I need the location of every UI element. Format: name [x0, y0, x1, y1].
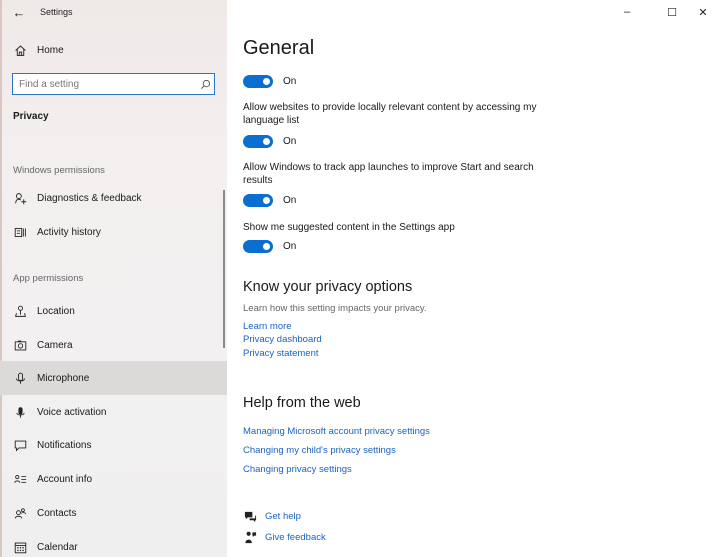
toggle-switch[interactable]: [243, 240, 273, 253]
give-feedback-link[interactable]: Give feedback: [243, 530, 326, 544]
title-bar: ← Settings: [0, 0, 227, 24]
sidebar-item-label: Notifications: [37, 439, 92, 451]
help-link-changing-privacy[interactable]: Changing privacy settings: [243, 464, 352, 475]
toggle-switch[interactable]: [243, 135, 273, 148]
diagnostics-icon: [12, 190, 28, 206]
microphone-icon: [12, 370, 28, 386]
back-button[interactable]: ←: [4, 0, 34, 24]
sidebar-item-label: Camera: [37, 339, 73, 351]
privacy-options-subtext: Learn how this setting impacts your priv…: [243, 303, 427, 314]
privacy-dashboard-link[interactable]: Privacy dashboard: [243, 334, 322, 345]
sidebar-item-label: Voice activation: [37, 406, 107, 418]
toggle-switch[interactable]: [243, 75, 273, 88]
sidebar-item-label: Diagnostics & feedback: [37, 192, 142, 204]
sidebar-item-voice-activation[interactable]: Voice activation: [0, 395, 227, 429]
search-icon[interactable]: [196, 79, 214, 90]
setting-toggle-row: On: [243, 194, 296, 207]
privacy-statement-link[interactable]: Privacy statement: [243, 348, 319, 359]
sidebar-item-diagnostics[interactable]: Diagnostics & feedback: [0, 181, 227, 215]
app-title: Settings: [40, 7, 73, 17]
help-heading: Help from the web: [243, 395, 361, 411]
activity-history-icon: [12, 224, 28, 240]
location-icon: [12, 303, 28, 319]
setting-toggle-row: On: [243, 240, 296, 253]
toggle-switch[interactable]: [243, 194, 273, 207]
setting-toggle-row: On: [243, 75, 296, 88]
calendar-icon: [12, 539, 28, 555]
sidebar-item-location[interactable]: Location: [0, 294, 227, 328]
sidebar-item-home[interactable]: Home: [0, 33, 227, 67]
sidebar-item-label: Location: [37, 305, 75, 317]
privacy-options-heading: Know your privacy options: [243, 279, 413, 295]
sidebar: ← Settings Home Privacy Windows permissi…: [0, 0, 227, 557]
main-content: General On Allow websites to provide loc…: [243, 0, 713, 557]
give-feedback-label: Give feedback: [265, 531, 326, 543]
home-icon: [12, 42, 28, 58]
sidebar-item-label: Calendar: [37, 541, 78, 553]
voice-activation-icon: [12, 404, 28, 420]
camera-icon: [12, 337, 28, 353]
help-link-microsoft-account[interactable]: Managing Microsoft account privacy setti…: [243, 426, 430, 437]
toggle-state-label: On: [283, 76, 297, 87]
group-label-windows-permissions: Windows permissions: [13, 165, 105, 176]
sidebar-item-activity-history[interactable]: Activity history: [0, 215, 227, 249]
search-input[interactable]: [13, 78, 196, 90]
sidebar-item-contacts[interactable]: Contacts: [0, 496, 227, 530]
account-info-icon: [12, 471, 28, 487]
page-title: General: [243, 37, 315, 59]
sidebar-item-notifications[interactable]: Notifications: [0, 428, 227, 462]
contacts-icon: [12, 505, 28, 521]
sidebar-item-label: Account info: [37, 473, 93, 485]
notifications-icon: [12, 437, 28, 453]
sidebar-item-label: Microphone: [37, 372, 90, 384]
get-help-link[interactable]: Get help: [243, 509, 301, 523]
setting-description: Allow websites to provide locally releva…: [243, 102, 537, 126]
setting-description: Allow Windows to track app launches to i…: [243, 162, 534, 186]
toggle-state-label: On: [283, 136, 297, 147]
setting-description: Show me suggested content in the Setting…: [243, 222, 455, 233]
get-help-icon: [243, 509, 257, 523]
current-section-title: Privacy: [13, 111, 49, 122]
sidebar-item-label: Contacts: [37, 507, 77, 519]
back-arrow-icon: ←: [12, 4, 26, 20]
sidebar-item-calendar[interactable]: Calendar: [0, 530, 227, 557]
search-box[interactable]: [12, 73, 215, 95]
sidebar-scrollbar[interactable]: [223, 190, 225, 348]
sidebar-item-account-info[interactable]: Account info: [0, 462, 227, 496]
learn-more-link[interactable]: Learn more: [243, 321, 292, 332]
toggle-state-label: On: [283, 241, 297, 252]
sidebar-item-camera[interactable]: Camera: [0, 328, 227, 362]
sidebar-item-label: Activity history: [37, 226, 101, 238]
give-feedback-icon: [243, 530, 257, 544]
sidebar-item-microphone[interactable]: Microphone: [0, 361, 227, 395]
toggle-state-label: On: [283, 195, 297, 206]
help-link-child-privacy[interactable]: Changing my child's privacy settings: [243, 445, 396, 456]
get-help-label: Get help: [265, 510, 301, 522]
sidebar-item-label: Home: [37, 44, 64, 56]
setting-toggle-row: On: [243, 135, 296, 148]
group-label-app-permissions: App permissions: [13, 273, 84, 284]
